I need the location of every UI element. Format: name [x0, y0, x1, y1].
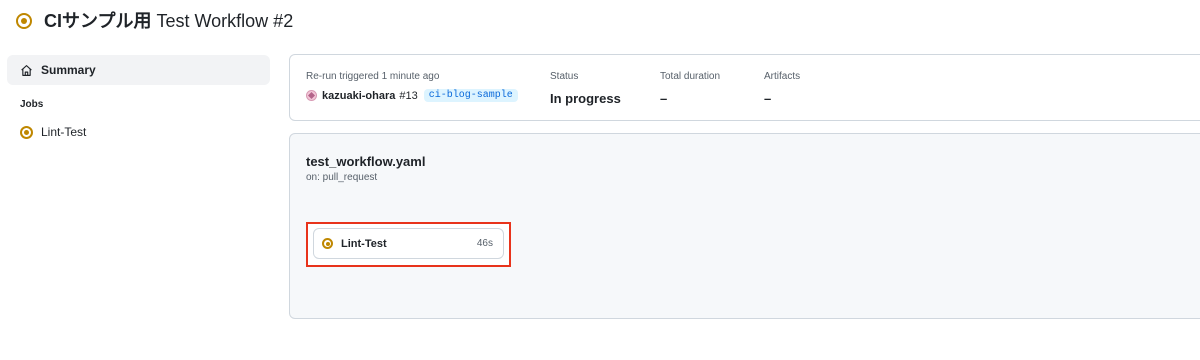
status-value: In progress: [550, 91, 621, 106]
sidebar-job-label: Lint-Test: [41, 125, 87, 139]
workflow-file-name: test_workflow.yaml: [306, 154, 426, 169]
avatar[interactable]: [306, 90, 317, 101]
in-progress-status-icon: [20, 125, 33, 139]
run-summary-card: Re-run triggered 1 minute ago kazuaki-oh…: [289, 54, 1200, 121]
sidebar-summary-label: Summary: [41, 63, 96, 77]
jobs-heading: Jobs: [20, 99, 44, 110]
workflow-trigger: on: pull_request: [306, 172, 378, 183]
actor-link[interactable]: kazuaki-ohara: [322, 90, 395, 102]
sidebar-item-lint-test[interactable]: Lint-Test: [7, 125, 270, 139]
sidebar: Summary Jobs Lint-Test: [7, 55, 270, 139]
in-progress-status-icon: [322, 238, 333, 249]
job-node-duration: 46s: [476, 238, 493, 249]
duration-value: –: [660, 91, 668, 106]
in-progress-status-icon: [16, 13, 32, 29]
duration-label: Total duration: [660, 71, 721, 82]
page-header: CIサンプル用 Test Workflow #2: [16, 10, 293, 32]
highlight-annotation: Lint-Test 46s: [306, 222, 511, 267]
status-column: Status In progress: [550, 71, 621, 106]
artifacts-label: Artifacts: [764, 71, 801, 82]
duration-column: Total duration –: [660, 71, 720, 106]
job-node-name: Lint-Test: [341, 237, 387, 250]
status-label: Status: [550, 71, 579, 82]
workflow-name: CIサンプル用: [44, 11, 152, 31]
sidebar-item-summary[interactable]: Summary: [7, 55, 270, 85]
pr-link[interactable]: #13: [399, 90, 417, 102]
trigger-details: kazuaki-ohara #13 ci-blog-sample: [306, 89, 518, 102]
run-title: Test Workflow #2: [156, 11, 294, 31]
workflow-graph: test_workflow.yaml on: pull_request Lint…: [289, 133, 1200, 319]
trigger-label: Re-run triggered 1 minute ago: [306, 71, 440, 82]
page-title: CIサンプル用 Test Workflow #2: [44, 10, 293, 32]
artifacts-value: –: [764, 91, 772, 106]
trigger-column: Re-run triggered 1 minute ago kazuaki-oh…: [306, 71, 518, 102]
artifacts-column: Artifacts –: [764, 71, 800, 106]
job-node-lint-test[interactable]: Lint-Test 46s: [313, 228, 504, 259]
home-icon: [21, 64, 32, 76]
branch-badge[interactable]: ci-blog-sample: [423, 89, 518, 102]
